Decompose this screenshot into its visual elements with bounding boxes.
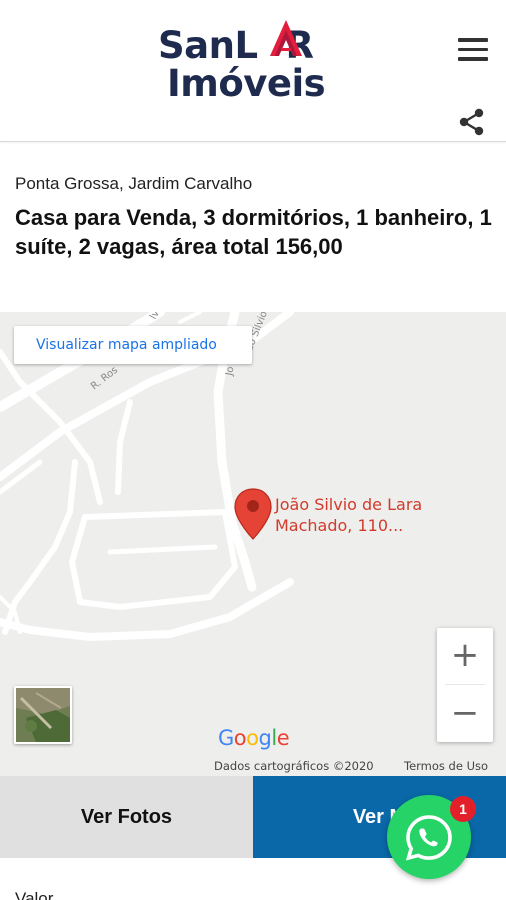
site-header: SanL R Imóveis xyxy=(0,0,506,142)
whatsapp-notification-badge: 1 xyxy=(450,796,476,822)
zoom-out-button[interactable]: − xyxy=(437,686,493,742)
map-terms-link[interactable]: Termos de Uso xyxy=(404,756,488,776)
satellite-thumbnail-icon xyxy=(16,688,70,742)
view-photos-button[interactable]: Ver Fotos xyxy=(0,776,253,858)
svg-text:R. Ros: R. Ros xyxy=(89,365,120,393)
map-attribution-bar: Dados cartográficos ©2020 Termos de Uso xyxy=(206,756,506,776)
share-icon[interactable] xyxy=(457,108,487,136)
svg-text:Jo: Jo xyxy=(224,366,237,378)
logo-text-line2: Imóveis xyxy=(167,62,326,105)
satellite-view-toggle[interactable] xyxy=(14,686,72,744)
logo-house-roof-icon xyxy=(270,20,302,56)
listing-title: Casa para Venda, 3 dormitórios, 1 banhei… xyxy=(15,205,492,259)
sanlar-imoveis-logo[interactable]: SanL R Imóveis xyxy=(158,18,350,105)
map-data-credit: Dados cartográficos ©2020 xyxy=(214,759,374,773)
map-pin-address-label: João Silvio de Lara Machado, 110... xyxy=(275,495,423,535)
map-zoom-control: + − xyxy=(437,628,493,742)
view-larger-map-link[interactable]: Visualizar mapa ampliado xyxy=(14,326,252,364)
map-roads: R. Ros lva João Silvio de Jo xyxy=(0,312,294,641)
hamburger-menu-icon[interactable] xyxy=(458,38,488,64)
map-pin-icon[interactable] xyxy=(234,488,272,540)
listing-location: Ponta Grossa, Jardim Carvalho xyxy=(15,174,253,193)
price-label: Valor xyxy=(15,889,54,900)
embedded-map[interactable]: R. Ros lva João Silvio de Jo Visualizar … xyxy=(0,312,506,776)
google-logo: Google xyxy=(218,726,290,750)
zoom-in-button[interactable]: + xyxy=(437,628,493,684)
